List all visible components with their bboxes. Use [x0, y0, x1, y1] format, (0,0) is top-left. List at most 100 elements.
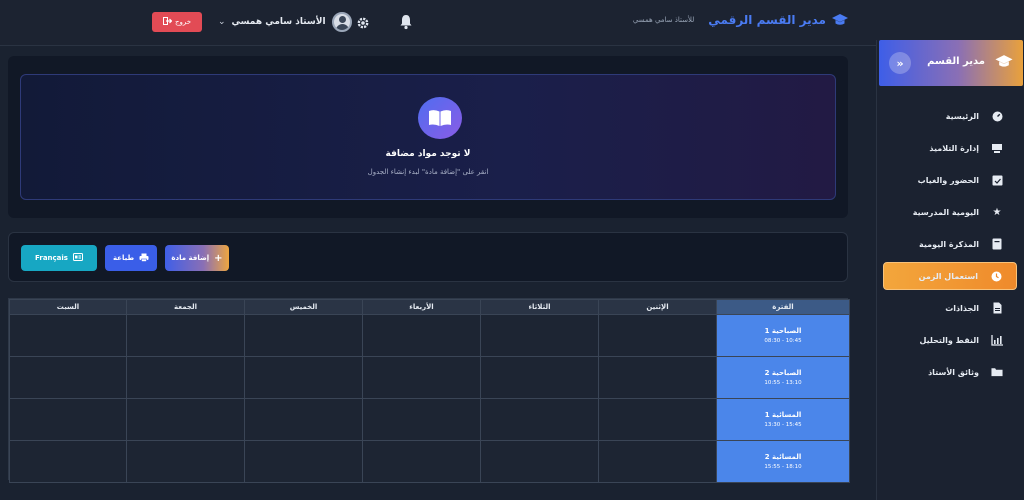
- timetable-cell[interactable]: [9, 356, 127, 399]
- table-header-row: السبت الجمعة الخميس الأربعاء الثلاثاء ال…: [9, 299, 850, 315]
- sidebar-item-timetable[interactable]: استعمال الزمن: [883, 262, 1017, 290]
- avatar: [331, 12, 352, 32]
- period-time: 13:30 - 15:45: [764, 422, 802, 428]
- timetable-cell[interactable]: [598, 440, 717, 483]
- timetable-cell[interactable]: [362, 356, 481, 399]
- column-header-wednesday: الأربعاء: [362, 299, 481, 315]
- students-icon: [991, 142, 1003, 154]
- timetable-cell[interactable]: [244, 356, 363, 399]
- sidebar-item-label: استعمال الزمن: [918, 271, 978, 281]
- sidebar-item-label: الجذاذات: [945, 303, 979, 313]
- print-button[interactable]: طباعة: [105, 245, 157, 271]
- period-cell: الصباحية 2 10:55 - 13:10: [716, 356, 850, 399]
- chevron-down-icon: ⌄: [218, 17, 226, 27]
- timetable-cell[interactable]: [362, 440, 481, 483]
- timetable-cell[interactable]: [126, 356, 245, 399]
- timetable-cell[interactable]: [9, 314, 127, 357]
- sidebar-item-attendance[interactable]: الحضور والغياب: [877, 164, 1024, 196]
- sidebar-item-label: إدارة التلاميذ: [929, 143, 979, 153]
- table-row: الصباحية 2 10:55 - 13:10: [9, 356, 850, 399]
- timetable-cell[interactable]: [362, 314, 481, 357]
- book-icon: [418, 97, 462, 139]
- sidebar-item-daily-notebook[interactable]: المذكرة اليومية: [877, 228, 1024, 260]
- column-header-tuesday: الثلاثاء: [480, 299, 599, 315]
- empty-state-subtitle: انقر على "إضافة مادة" لبدء إنشاء الجدول: [367, 168, 489, 176]
- timetable: السبت الجمعة الخميس الأربعاء الثلاثاء ال…: [8, 298, 850, 483]
- timetable-cell[interactable]: [598, 356, 717, 399]
- sidebar-item-label: المذكرة اليومية: [919, 239, 979, 249]
- period-time: 15:55 - 18:10: [764, 464, 802, 470]
- sidebar-nav: الرئيسية إدارة التلاميذ الحضور والغياب ا…: [877, 100, 1024, 388]
- timetable-cell[interactable]: [362, 398, 481, 441]
- calendar-check-icon: [991, 174, 1003, 186]
- graduation-cap-icon: [995, 54, 1013, 73]
- clock-icon: [990, 270, 1002, 282]
- timetable-cell[interactable]: [9, 398, 127, 441]
- file-icon: [991, 302, 1003, 314]
- column-header-period: الفترة: [716, 299, 850, 315]
- timetable-cell[interactable]: [480, 314, 599, 357]
- teacher-subtitle: للأستاذ سامي همسي: [632, 16, 695, 24]
- french-label: Français: [35, 254, 68, 262]
- period-time: 08:30 - 10:45: [764, 338, 802, 344]
- folder-icon: [991, 366, 1003, 378]
- sidebar-item-students[interactable]: إدارة التلاميذ: [877, 132, 1024, 164]
- print-label: طباعة: [112, 254, 135, 262]
- collapse-sidebar-button[interactable]: »: [889, 52, 911, 74]
- dashboard-icon: [991, 110, 1003, 122]
- sidebar-item-grades[interactable]: النقط والتحليل: [877, 324, 1024, 356]
- sidebar-item-label: النقط والتحليل: [919, 335, 979, 345]
- printer-icon: [139, 253, 149, 264]
- user-menu[interactable]: الأستاذ سامي همسي ⌄: [218, 12, 352, 32]
- french-language-button[interactable]: Français: [21, 245, 97, 271]
- timetable-cell[interactable]: [126, 314, 245, 357]
- column-header-monday: الإثنين: [598, 299, 717, 315]
- table-row: المسائية 2 15:55 - 18:10: [9, 440, 850, 483]
- timetable-cell[interactable]: [126, 440, 245, 483]
- column-header-saturday: السبت: [9, 299, 127, 315]
- timetable-cell[interactable]: [244, 440, 363, 483]
- sidebar-item-teacher-documents[interactable]: وثائق الأستاذ: [877, 356, 1024, 388]
- sidebar-item-lesson-plans[interactable]: الجذاذات: [877, 292, 1024, 324]
- timetable-cell[interactable]: [480, 398, 599, 441]
- timetable-cell[interactable]: [244, 398, 363, 441]
- sidebar-item-label: الحضور والغياب: [917, 175, 979, 185]
- logout-button[interactable]: خروج: [152, 12, 202, 32]
- bell-icon[interactable]: [399, 14, 413, 30]
- top-bar: مدير القسم الرقمي للأستاذ سامي همسي الأس…: [0, 0, 1024, 46]
- period-cell: المسائية 1 13:30 - 15:45: [716, 398, 850, 441]
- sign-out-icon: [162, 17, 173, 27]
- star-icon: ★: [992, 206, 1002, 218]
- user-name: الأستاذ سامي همسي: [231, 17, 326, 27]
- app-title: مدير القسم الرقمي: [708, 13, 826, 27]
- actions-bar: Français طباعة إضافة مادة +: [8, 232, 848, 282]
- sidebar-item-label: اليومية المدرسية: [912, 207, 979, 217]
- chart-icon: [991, 334, 1003, 346]
- timetable-grid: السبت الجمعة الخميس الأربعاء الثلاثاء ال…: [9, 299, 850, 483]
- sidebar-item-school-diary[interactable]: اليومية المدرسية ★: [877, 196, 1024, 228]
- table-row: المسائية 1 13:30 - 15:45: [9, 398, 850, 441]
- logout-label: خروج: [174, 18, 192, 26]
- gear-icon[interactable]: [356, 15, 370, 29]
- graduation-cap-icon: [832, 13, 848, 27]
- sidebar-item-home[interactable]: الرئيسية: [877, 100, 1024, 132]
- timetable-cell[interactable]: [9, 440, 127, 483]
- period-name: المسائية 1: [764, 411, 802, 419]
- period-cell: المسائية 2 15:55 - 18:10: [716, 440, 850, 483]
- sidebar-item-label: وثائق الأستاذ: [928, 367, 979, 377]
- plus-icon: +: [214, 252, 223, 264]
- add-subject-button[interactable]: إضافة مادة +: [165, 245, 229, 271]
- brand: مدير القسم الرقمي للأستاذ سامي همسي: [633, 13, 848, 27]
- sidebar-header: » مدير القسم: [879, 40, 1023, 86]
- timetable-cell[interactable]: [480, 356, 599, 399]
- add-subject-label: إضافة مادة: [171, 254, 210, 262]
- period-name: الصباحية 1: [764, 327, 802, 335]
- timetable-cell[interactable]: [126, 398, 245, 441]
- timetable-cell[interactable]: [598, 314, 717, 357]
- timetable-cell[interactable]: [598, 398, 717, 441]
- timetable-cell[interactable]: [244, 314, 363, 357]
- sidebar: » مدير القسم الرئيسية إدارة التلاميذ الح…: [876, 40, 1024, 500]
- timetable-cell[interactable]: [480, 440, 599, 483]
- table-row: الصباحية 1 08:30 - 10:45: [9, 314, 850, 357]
- column-header-friday: الجمعة: [126, 299, 245, 315]
